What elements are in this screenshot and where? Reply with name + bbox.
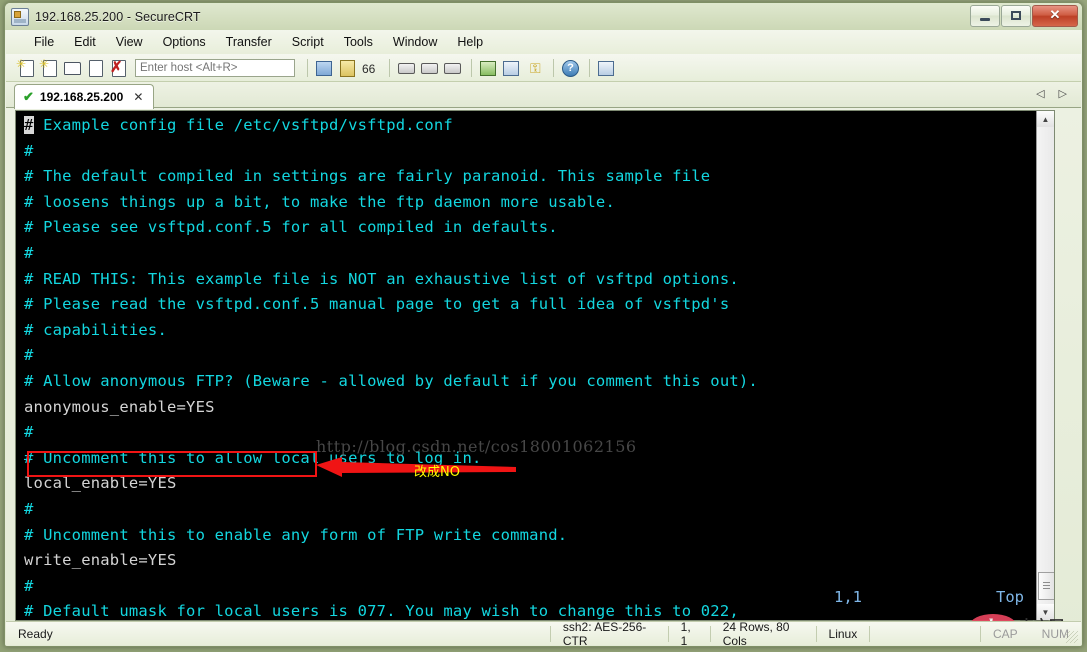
terminal-line: # [24, 141, 34, 160]
terminal-line: local_enable=YES [24, 474, 177, 493]
scroll-up-icon[interactable]: ▲ [1037, 111, 1054, 127]
connected-check-icon: ✔ [23, 89, 34, 104]
new-session-icon[interactable]: ✳ [16, 58, 36, 78]
terminal-line: # [24, 346, 34, 365]
menu-item-script[interactable]: Script [282, 33, 334, 51]
menu-item-options[interactable]: Options [153, 33, 216, 51]
key-icon[interactable]: ⚿ [524, 58, 544, 78]
terminal-line: # Example config file /etc/vsftpd/vsftpd… [24, 116, 453, 134]
tab-close-icon[interactable]: ✕ [133, 90, 143, 104]
status-ready: Ready [18, 626, 53, 641]
vim-cursor-position: 1,1 [834, 588, 862, 606]
status-caps: CAP [992, 626, 1018, 641]
title-bar[interactable]: 192.168.25.200 - SecureCRT ✕ [5, 3, 1082, 30]
menu-item-edit[interactable]: Edit [64, 33, 106, 51]
terminal-scrollbar[interactable]: ▲ ▼ [1036, 111, 1054, 620]
reconnect-icon[interactable] [85, 58, 105, 78]
securecrt-window: 192.168.25.200 - SecureCRT ✕ File Edit V… [4, 2, 1083, 648]
resize-grip-icon[interactable] [1066, 631, 1078, 643]
session-options-icon[interactable] [501, 58, 521, 78]
maximize-icon [1011, 11, 1021, 20]
menu-item-help[interactable]: Help [447, 33, 493, 51]
terminal-line: # Please see vsftpd.conf.5 for all compi… [24, 218, 558, 237]
toolbar-divider [307, 58, 308, 77]
terminal-line: # [24, 423, 34, 442]
terminal-line: write_enable=YES [24, 551, 177, 570]
status-bar: Ready ssh2: AES-256-CTR 1, 1 24 Rows, 80… [6, 619, 1081, 648]
tab-nav: ◁ ▷ [1036, 87, 1067, 100]
terminal-line: # loosens things up a bit, to make the f… [24, 192, 615, 211]
terminal-cursor: # [24, 116, 34, 134]
help-icon[interactable]: ? [560, 58, 580, 78]
toolbar: ✳ ✳ ✗ 66 ⚿ ? [6, 54, 1081, 82]
arrange-windows-icon[interactable] [596, 58, 616, 78]
paste-icon[interactable] [337, 58, 357, 78]
status-protocol: ssh2: AES-256-CTR [562, 619, 647, 648]
annotation-note: 改成NO [414, 465, 460, 480]
scrollbar-thumb[interactable] [1038, 572, 1054, 600]
terminal-line: # Uncomment this to enable any form of F… [24, 525, 568, 544]
tab-strip: ✔ 192.168.25.200 ✕ ◁ ▷ [6, 82, 1081, 109]
screenshot-root: 192.168.25.200 - SecureCRT ✕ File Edit V… [0, 0, 1087, 652]
close-icon: ✕ [1049, 7, 1061, 22]
window-title: 192.168.25.200 - SecureCRT [35, 9, 201, 24]
status-size: 24 Rows, 80 Cols [722, 619, 790, 648]
tab-next-icon[interactable]: ▷ [1059, 87, 1067, 100]
vim-ruler: 1,1 Top [24, 588, 1024, 606]
menu-bar: File Edit View Options Transfer Script T… [6, 30, 1081, 54]
menu-item-file[interactable]: File [24, 33, 64, 51]
terminal-line: # capabilities. [24, 320, 167, 339]
toolbar-divider [389, 58, 390, 77]
toolbar-divider [589, 58, 590, 77]
print-screen-icon[interactable] [396, 58, 416, 78]
maximize-button[interactable] [1001, 5, 1031, 27]
vim-scroll-position: Top [996, 588, 1024, 606]
minimize-button[interactable] [970, 5, 1000, 27]
print-icon[interactable] [442, 58, 462, 78]
status-position: 1, 1 [680, 619, 691, 648]
disconnect-icon[interactable]: ✗ [108, 58, 128, 78]
toolbar-divider [553, 58, 554, 77]
tab-session-192-168-25-200[interactable]: ✔ 192.168.25.200 ✕ [14, 84, 155, 109]
tab-label: 192.168.25.200 [39, 90, 124, 104]
terminal-line: # READ THIS: This example file is NOT an… [24, 269, 739, 288]
terminal-text: # Example config file /etc/vsftpd/vsftpd… [24, 113, 1036, 620]
securecrt-icon [11, 7, 29, 26]
find-icon[interactable]: 66 [360, 58, 380, 78]
window-controls: ✕ [970, 5, 1078, 27]
tab-prev-icon[interactable]: ◁ [1036, 87, 1044, 100]
terminal-line: # [24, 243, 34, 262]
toolbar-divider [471, 58, 472, 77]
copy-icon[interactable] [314, 58, 334, 78]
minimize-icon [980, 18, 990, 21]
open-folder-icon[interactable] [62, 58, 82, 78]
menu-item-view[interactable]: View [106, 33, 153, 51]
scroll-down-icon[interactable]: ▼ [1037, 604, 1054, 620]
terminal-line: anonymous_enable=YES [24, 397, 215, 416]
log-session-icon[interactable] [419, 58, 439, 78]
menu-item-tools[interactable]: Tools [334, 33, 383, 51]
terminal-line: # [24, 499, 34, 518]
host-input[interactable] [135, 58, 295, 77]
clone-session-icon[interactable]: ✳ [39, 58, 59, 78]
terminal-line: # Uncomment this to allow local users to… [24, 448, 482, 467]
menu-item-transfer[interactable]: Transfer [216, 33, 282, 51]
edit-defaults-icon[interactable] [478, 58, 498, 78]
status-emulation: Linux [828, 626, 858, 641]
close-button[interactable]: ✕ [1032, 5, 1078, 27]
menu-item-window[interactable]: Window [383, 33, 447, 51]
terminal-line: # The default compiled in settings are f… [24, 167, 711, 186]
terminal-line: # Allow anonymous FTP? (Beware - allowed… [24, 371, 758, 390]
terminal-view[interactable]: # Example config file /etc/vsftpd/vsftpd… [15, 110, 1055, 621]
terminal-line: # Please read the vsftpd.conf.5 manual p… [24, 295, 730, 314]
